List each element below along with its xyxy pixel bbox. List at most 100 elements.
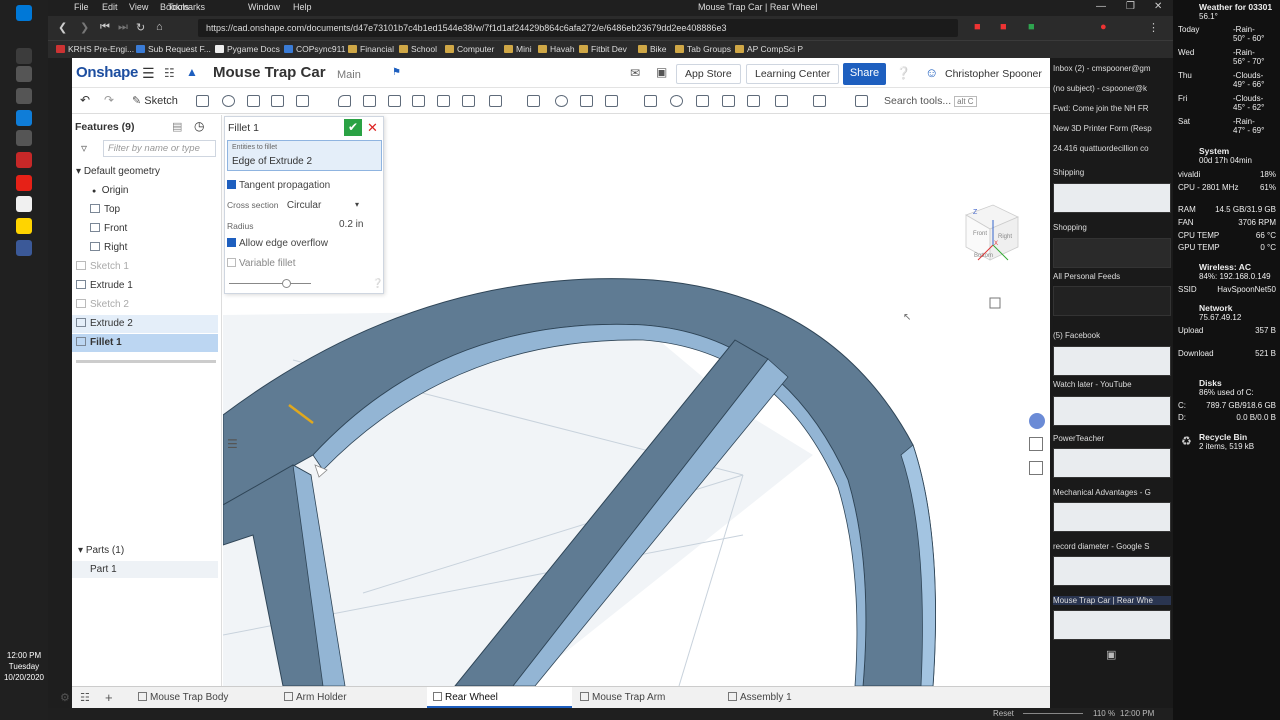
feed-item[interactable]: Inbox (2) - cmspooner@gm: [1053, 64, 1171, 73]
search-tools-input[interactable]: Search tools... alt C: [884, 93, 984, 110]
tab-mouse-trap-arm[interactable]: Mouse Trap Arm: [574, 687, 721, 708]
feed-thumbnail[interactable]: [1053, 396, 1171, 426]
extension-icon-2[interactable]: ■: [1000, 21, 1007, 33]
version-icon[interactable]: ⚑: [392, 67, 401, 78]
checkbox-checked-icon[interactable]: [227, 180, 236, 189]
mail-icon[interactable]: [16, 152, 32, 168]
feature-right-plane[interactable]: Right: [72, 239, 218, 257]
feed-item[interactable]: Watch later - YouTube: [1053, 380, 1171, 389]
taskbar-clock[interactable]: 12:00 PM Tuesday 10/20/2020: [0, 650, 48, 683]
download-icon[interactable]: [16, 88, 32, 104]
feed-item[interactable]: (no subject) - cspooner@k: [1053, 84, 1171, 93]
feed-thumbnail[interactable]: [1053, 610, 1171, 640]
menu-icon[interactable]: ⋮: [1148, 21, 1159, 34]
boolean-icon[interactable]: [555, 95, 568, 107]
recycle-bin-title[interactable]: Recycle Bin: [1199, 432, 1280, 442]
menu-view[interactable]: View: [129, 2, 148, 12]
bookmark-icon[interactable]: [16, 48, 32, 64]
bookmark-folder[interactable]: Tab Groups: [675, 44, 731, 54]
feed-item[interactable]: Shipping: [1053, 168, 1171, 177]
workspace-icon[interactable]: ☷: [164, 66, 175, 80]
vivaldi-icon[interactable]: [16, 66, 32, 82]
feed-thumbnail[interactable]: [1053, 238, 1171, 268]
feed-thumbnail[interactable]: [1053, 502, 1171, 532]
part-item[interactable]: Part 1: [72, 561, 218, 578]
add-tab-icon[interactable]: +: [105, 690, 113, 705]
edge-icon[interactable]: [16, 110, 32, 126]
onshape-logo[interactable]: Onshape: [76, 64, 138, 81]
menu-edit[interactable]: Edit: [102, 2, 118, 12]
bookmark-folder[interactable]: School: [399, 44, 437, 54]
transform-icon[interactable]: [605, 95, 618, 107]
feed-item[interactable]: Fwd: Come join the NH FR: [1053, 104, 1171, 113]
document-title[interactable]: Mouse Trap Car: [213, 64, 326, 81]
bookmark-folder[interactable]: Havah: [538, 44, 575, 54]
rollback-clock-icon[interactable]: ◷: [194, 119, 204, 133]
rollback-bar[interactable]: [76, 360, 216, 363]
facebook-icon[interactable]: [16, 240, 32, 256]
notification-icon[interactable]: ▣: [656, 65, 667, 79]
sketch-button[interactable]: ✎ Sketch: [132, 94, 178, 107]
forward-icon[interactable]: ❯: [80, 21, 89, 34]
tab-mouse-trap-body[interactable]: Mouse Trap Body: [132, 687, 278, 708]
feed-item[interactable]: Mechanical Advantages - G: [1053, 488, 1171, 497]
allow-edge-overflow-checkbox[interactable]: Allow edge overflow: [227, 238, 328, 249]
chamfer-icon[interactable]: [363, 95, 376, 107]
extension-icon[interactable]: ■: [974, 21, 981, 33]
chevron-down-icon[interactable]: ▾: [355, 200, 359, 209]
url-input[interactable]: https://cad.onshape.com/documents/d47e73…: [198, 19, 958, 37]
menu-file[interactable]: File: [74, 2, 89, 12]
windows-start-icon[interactable]: [16, 5, 32, 21]
variable-fillet-checkbox[interactable]: Variable fillet: [227, 258, 296, 269]
bookmark-folder[interactable]: Mini: [504, 44, 532, 54]
feed-item-active[interactable]: Mouse Trap Car | Rear Whe: [1053, 596, 1171, 605]
user-avatar-icon[interactable]: ☺: [925, 65, 938, 80]
tangent-propagation-checkbox[interactable]: Tangent propagation: [227, 180, 330, 191]
add-custom-feature-icon[interactable]: [855, 95, 868, 107]
rib-icon[interactable]: [412, 95, 425, 107]
bookmark-item[interactable]: Pygame Docs: [215, 44, 280, 54]
plane-icon[interactable]: [775, 95, 788, 107]
feature-filter-input[interactable]: Filter by name or type: [103, 140, 216, 157]
hamburger-menu-icon[interactable]: ☰: [142, 65, 155, 82]
close-window-icon[interactable]: ✕: [1154, 1, 1162, 12]
undo-icon[interactable]: ↶: [80, 93, 90, 107]
feed-thumbnail[interactable]: [1053, 286, 1171, 316]
shell-icon[interactable]: [437, 95, 450, 107]
settings-gear-icon[interactable]: ⚙: [60, 691, 70, 704]
home-icon[interactable]: ⌂: [156, 21, 163, 33]
reset-zoom-button[interactable]: Reset: [993, 709, 1014, 718]
tab-assembly-1[interactable]: Assembly 1: [722, 687, 868, 708]
mate-connector-icon[interactable]: [813, 95, 826, 107]
feature-sketch-2[interactable]: Sketch 2: [72, 296, 218, 314]
loft-icon[interactable]: [271, 95, 284, 107]
feed-item[interactable]: (5) Facebook: [1053, 331, 1171, 340]
list-panel-toggle-icon[interactable]: ☰: [227, 437, 238, 451]
feed-thumbnail[interactable]: [1053, 556, 1171, 586]
rewind-icon[interactable]: ⏮: [100, 21, 110, 34]
bookmark-folder[interactable]: Bike: [638, 44, 667, 54]
delete-part-icon[interactable]: [644, 95, 657, 107]
fast-forward-icon[interactable]: ⏭: [118, 21, 128, 34]
feed-item[interactable]: record diameter - Google S: [1053, 542, 1171, 551]
view-cube[interactable]: Front Right Bottom Z X: [965, 204, 1019, 261]
back-icon[interactable]: ❮: [58, 21, 67, 34]
feed-thumbnail[interactable]: [1053, 448, 1171, 478]
menu-bookmarks[interactable]: Bookmarks: [160, 2, 205, 12]
menu-window[interactable]: Window: [248, 2, 280, 12]
branch-icon[interactable]: ▲: [186, 65, 198, 79]
feed-item[interactable]: New 3D Printer Form (Resp: [1053, 124, 1171, 133]
app-store-button[interactable]: App Store: [676, 64, 741, 84]
move-face-icon[interactable]: [696, 95, 709, 107]
draft-icon[interactable]: [388, 95, 401, 107]
extrude-icon[interactable]: [196, 95, 209, 107]
maximize-icon[interactable]: ❐: [1126, 1, 1135, 12]
feature-top-plane[interactable]: Top: [72, 201, 218, 219]
bookmark-item[interactable]: KRHS Pre-Engi...: [56, 44, 134, 54]
share-button[interactable]: Share: [843, 63, 886, 85]
entities-to-fillet-field[interactable]: Entities to fillet Edge of Extrude 2: [227, 140, 382, 171]
replace-face-icon[interactable]: [722, 95, 735, 107]
youtube-icon[interactable]: [16, 175, 32, 191]
modify-fillet-icon[interactable]: [670, 95, 683, 107]
extension-icon-4[interactable]: ●: [1100, 21, 1107, 33]
